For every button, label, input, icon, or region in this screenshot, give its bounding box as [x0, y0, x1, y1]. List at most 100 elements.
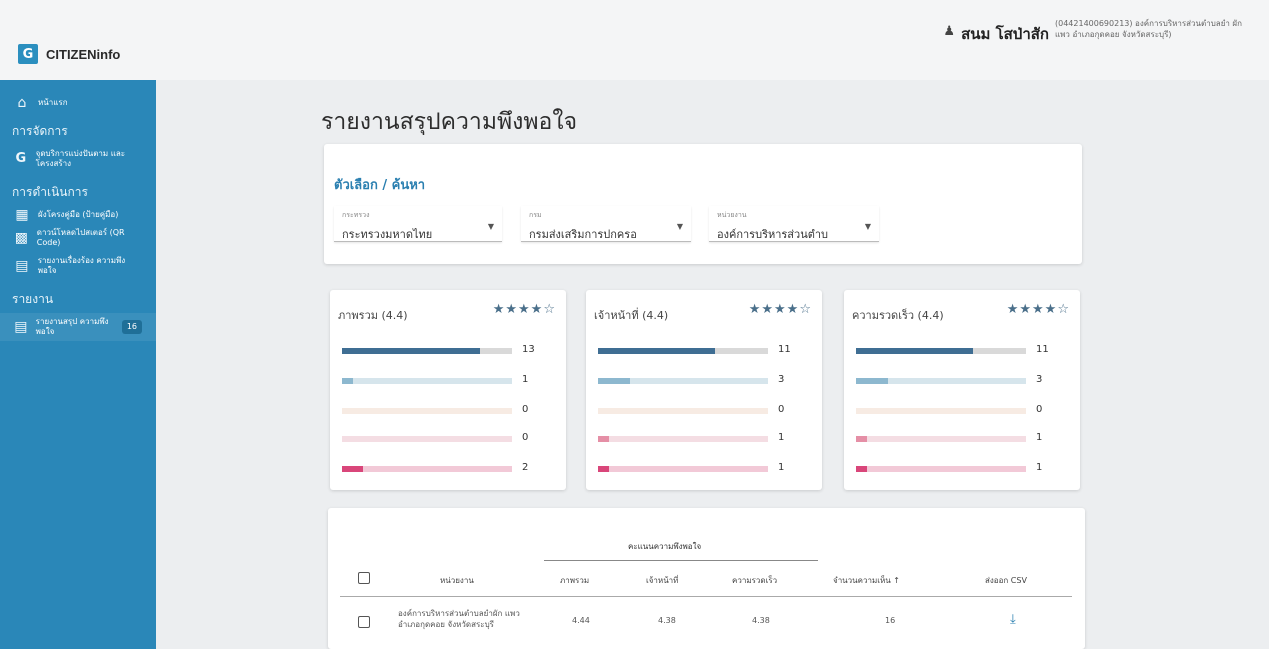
- caret-down-icon: ▼: [487, 222, 494, 231]
- rating-bar-count: 3: [778, 374, 785, 385]
- rating-bar-fill: [598, 378, 630, 384]
- rating-bar-count: 0: [1036, 404, 1043, 415]
- rating-bar-track: [342, 436, 512, 442]
- group-header-divider: [544, 560, 818, 561]
- caret-down-icon: ▼: [864, 222, 871, 231]
- row-checkbox[interactable]: [358, 616, 370, 628]
- rating-bar-count: 1: [1036, 462, 1043, 473]
- sitemap-icon: ▦: [15, 207, 29, 223]
- column-header-overall[interactable]: ภาพรวม: [560, 574, 589, 587]
- sidebar-item-service-points[interactable]: G จุดบริการแบ่งปันตาม และโครงสร้าง: [0, 145, 156, 173]
- rating-bar-row: 11: [598, 344, 808, 356]
- rating-bar-row: 1: [856, 432, 1066, 444]
- rating-bar-row: 3: [598, 374, 808, 386]
- sidebar-item-home[interactable]: ⌂ หน้าแรก: [0, 94, 156, 112]
- user-organization: (04421400690213) องค์การบริหารส่วนตำบลยำ…: [1055, 19, 1242, 39]
- rating-bar-track: [342, 378, 512, 384]
- user-icon: ♟: [943, 24, 956, 39]
- rating-bar-row: 1: [598, 462, 808, 474]
- rating-bar-fill: [598, 466, 609, 472]
- document-icon: ▤: [14, 319, 28, 335]
- filter-title: ตัวเลือก / ค้นหา: [334, 178, 426, 193]
- rating-bar-row: 2: [342, 462, 552, 474]
- table-header-divider: [340, 596, 1072, 597]
- rating-bar-fill: [856, 466, 867, 472]
- g-logo-icon: G: [15, 151, 27, 166]
- rating-title: เจ้าหน้าที่ (4.4): [594, 309, 669, 322]
- brand-name: CITIZENinfo: [46, 46, 121, 62]
- ministry-select[interactable]: กระทรวง กระทรวงมหาดไทย ▼: [334, 206, 502, 242]
- sidebar-item-qr-download[interactable]: ▩ ดาวน์โหลดไปสเตอร์ (QR Code): [0, 224, 156, 252]
- cell-speed: 4.38: [752, 616, 770, 625]
- satisfaction-table: คะแนนความพึงพอใจ หน่วยงาน ภาพรวม เจ้าหน้…: [328, 508, 1085, 649]
- sidebar-item-label: จุดบริการแบ่งปันตาม และโครงสร้าง: [35, 149, 126, 168]
- table-group-header: คะแนนความพึงพอใจ: [628, 542, 702, 551]
- sidebar-item-label: รายงานเรื่องร้อง ความพึงพอใจ: [37, 256, 126, 275]
- rating-card-speed: ความรวดเร็ว (4.4) ★★★★☆ 11 3 0 1 1: [844, 290, 1080, 490]
- page-title: รายงานสรุปความพึงพอใจ: [321, 109, 578, 135]
- column-header-speed[interactable]: ความรวดเร็ว: [732, 574, 777, 587]
- sidebar-item-satisfaction-summary[interactable]: ▤ รายงานสรุป ความพึงพอใจ 16: [0, 313, 156, 341]
- download-icon[interactable]: ⤓: [1010, 612, 1016, 627]
- star-rating-icon: ★★★★☆: [1006, 302, 1070, 317]
- rating-bar-count: 0: [778, 404, 785, 415]
- rating-bar-row: 1: [598, 432, 808, 444]
- rating-bar-track: [342, 408, 512, 414]
- rating-bar-row: 1: [342, 374, 552, 386]
- rating-bar-fill: [598, 436, 609, 442]
- agency-select[interactable]: หน่วยงาน องค์การบริหารส่วนตำบ ▼: [709, 206, 879, 242]
- rating-card-staff: เจ้าหน้าที่ (4.4) ★★★★☆ 11 3 0 1 1: [586, 290, 822, 490]
- rating-bar-track: [598, 348, 768, 354]
- rating-bar-count: 1: [522, 374, 529, 385]
- rating-bar-row: 0: [342, 404, 552, 416]
- sidebar-item-manual-chart[interactable]: ▦ ผังโครงคู่มือ (ป้ายคู่มือ): [0, 206, 156, 224]
- rating-bar-row: 13: [342, 344, 552, 356]
- rating-bar-count: 1: [1036, 432, 1043, 443]
- caret-down-icon: ▼: [676, 222, 683, 231]
- rating-bar-row: 3: [856, 374, 1066, 386]
- sidebar-item-complaint-report[interactable]: ▤ รายงานเรื่องร้อง ความพึงพอใจ: [0, 252, 156, 280]
- rating-bar-track: [856, 408, 1026, 414]
- rating-bar-count: 11: [1036, 344, 1049, 355]
- rating-bar-track: [856, 348, 1026, 354]
- rating-bar-row: 1: [856, 462, 1066, 474]
- rating-bar-count: 13: [522, 344, 535, 355]
- main-content: รายงานสรุปความพึงพอใจ ตัวเลือก / ค้นหา ก…: [156, 80, 1269, 649]
- cell-agency: องค์การบริหารส่วนตำบลยำผัก แพว อำเภอกุดค…: [398, 609, 520, 629]
- department-select-label: กรม: [529, 211, 542, 219]
- star-rating-icon: ★★★★☆: [748, 302, 812, 317]
- ministry-select-value: กระทรวงมหาดไทย: [342, 228, 433, 241]
- department-select[interactable]: กรม กรมส่งเสริมการปกครอ ▼: [521, 206, 691, 242]
- column-header-count[interactable]: จำนวนความเห็น ↑: [833, 574, 900, 587]
- count-badge: 16: [121, 320, 142, 334]
- sidebar-section-report: รายงาน: [12, 292, 54, 306]
- select-all-checkbox[interactable]: [358, 572, 370, 584]
- rating-bar-track: [598, 378, 768, 384]
- ministry-select-label: กระทรวง: [342, 211, 370, 219]
- brand[interactable]: G CITIZENinfo: [18, 44, 120, 64]
- rating-title: ความรวดเร็ว (4.4): [852, 309, 944, 322]
- rating-bar-fill: [856, 436, 867, 442]
- rating-bar-fill: [856, 348, 973, 354]
- rating-bar-fill: [342, 378, 353, 384]
- rating-bar-track: [856, 466, 1026, 472]
- column-header-export: ส่งออก CSV: [985, 576, 1027, 585]
- rating-bar-count: 1: [778, 462, 785, 473]
- rating-title: ภาพรวม (4.4): [338, 309, 408, 322]
- sidebar-section-manage: การจัดการ: [12, 124, 68, 138]
- column-header-agency[interactable]: หน่วยงาน: [440, 574, 474, 587]
- sidebar: ⌂ หน้าแรก การจัดการ G จุดบริการแบ่งปันตา…: [0, 80, 156, 649]
- agency-select-value: องค์การบริหารส่วนตำบ: [717, 228, 829, 241]
- rating-bar-track: [856, 378, 1026, 384]
- cell-overall: 4.44: [572, 616, 590, 625]
- rating-bar-track: [598, 466, 768, 472]
- rating-bar-count: 1: [778, 432, 785, 443]
- sidebar-section-operation: การดำเนินการ: [12, 185, 88, 199]
- rating-card-overall: ภาพรวม (4.4) ★★★★☆ 13 1 0 0 2: [330, 290, 566, 490]
- column-header-staff[interactable]: เจ้าหน้าที่: [646, 574, 678, 587]
- user-name: สนม โสป่าสัก: [961, 25, 1049, 43]
- user-info[interactable]: ♟ สนม โสป่าสัก (04421400690213) องค์การบ…: [943, 18, 1245, 46]
- rating-bar-row: 0: [598, 404, 808, 416]
- rating-bar-count: 11: [778, 344, 791, 355]
- rating-bar-track: [856, 436, 1026, 442]
